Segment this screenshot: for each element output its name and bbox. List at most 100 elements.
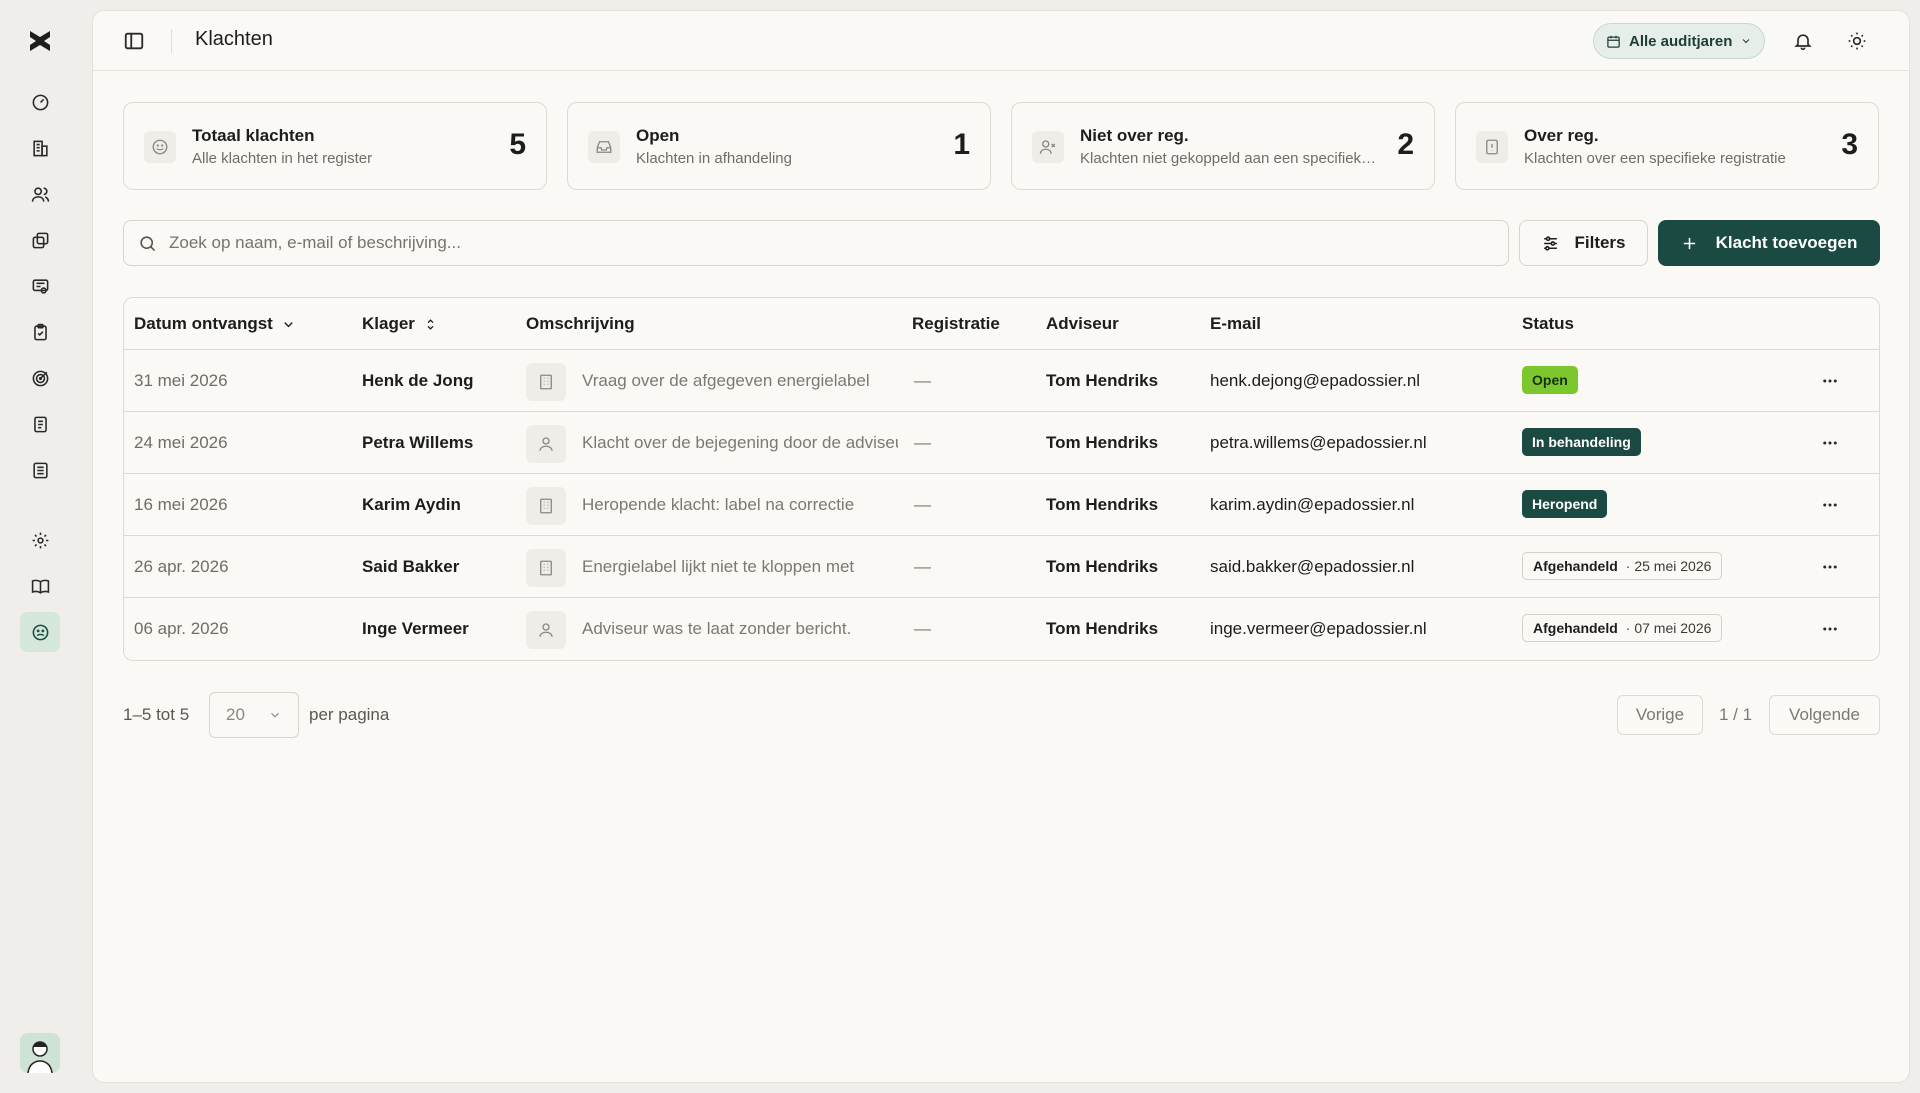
cell-email: petra.willems@epadossier.nl bbox=[1210, 433, 1427, 452]
status-badge: Afgehandeld · 07 mei 2026 bbox=[1522, 614, 1723, 642]
filters-button[interactable]: Filters bbox=[1519, 220, 1648, 266]
user-icon bbox=[526, 611, 566, 649]
row-actions-icon[interactable] bbox=[1818, 618, 1842, 640]
stat-value: 5 bbox=[509, 128, 526, 161]
stat-value: 2 bbox=[1397, 128, 1414, 161]
filters-label: Filters bbox=[1574, 233, 1626, 252]
cell-complainant: Karim Aydin bbox=[362, 495, 461, 514]
add-complaint-button[interactable]: Klacht toevoegen bbox=[1658, 220, 1880, 266]
nav-certificate-icon[interactable] bbox=[20, 266, 60, 306]
page-size-select[interactable]: 20 bbox=[209, 692, 299, 738]
header-complainant-label: Klager bbox=[362, 314, 415, 333]
sidebar-toggle-icon[interactable] bbox=[123, 30, 145, 52]
next-page-button[interactable]: Volgende bbox=[1769, 695, 1880, 735]
stat-subtitle: Klachten in afhandeling bbox=[636, 150, 792, 167]
status-date: · 07 mei 2026 bbox=[1625, 620, 1712, 636]
row-actions-icon[interactable] bbox=[1818, 556, 1842, 578]
topbar-divider bbox=[171, 29, 172, 53]
table-body: 31 mei 2026 Henk de Jong Vraag over de a… bbox=[124, 350, 1879, 660]
stat-title: Open bbox=[636, 126, 680, 145]
user-x-icon bbox=[1032, 131, 1064, 163]
cell-registration: — bbox=[914, 495, 931, 514]
nav-notebook-icon[interactable] bbox=[20, 404, 60, 444]
stat-title: Totaal klachten bbox=[192, 126, 315, 145]
status-label: Afgehandeld bbox=[1533, 558, 1618, 574]
cell-date: 06 apr. 2026 bbox=[134, 619, 229, 638]
table-row[interactable]: 06 apr. 2026 Inge Vermeer Adviseur was t… bbox=[124, 598, 1879, 660]
search-bar bbox=[123, 220, 1509, 266]
table-row[interactable]: 31 mei 2026 Henk de Jong Vraag over de a… bbox=[124, 350, 1879, 412]
cell-advisor: Tom Hendriks bbox=[1046, 619, 1159, 638]
cell-complainant: Said Bakker bbox=[362, 557, 460, 576]
cell-advisor: Tom Hendriks bbox=[1046, 495, 1159, 514]
nav-complaints-icon[interactable] bbox=[20, 612, 60, 652]
cell-description: Adviseur was te laat zonder bericht. bbox=[582, 619, 852, 638]
header-date[interactable]: Datum ontvangst bbox=[134, 314, 296, 334]
header-registration: Registratie bbox=[912, 314, 1000, 333]
nav-invoice-icon[interactable] bbox=[20, 450, 60, 490]
nav-clipboard-icon[interactable] bbox=[20, 312, 60, 352]
nav-documents-icon[interactable] bbox=[20, 220, 60, 260]
user-avatar[interactable] bbox=[20, 1033, 60, 1073]
sliders-icon bbox=[1544, 235, 1558, 251]
bell-icon[interactable] bbox=[1793, 31, 1813, 51]
inbox-icon bbox=[588, 131, 620, 163]
stat-subtitle: Alle klachten in het register bbox=[192, 150, 373, 167]
stat-subtitle: Klachten over een specifieke registratie bbox=[1524, 150, 1786, 167]
theme-toggle-icon[interactable] bbox=[1847, 31, 1867, 51]
cell-registration: — bbox=[914, 371, 931, 390]
calendar-icon bbox=[1607, 35, 1620, 48]
cell-date: 26 apr. 2026 bbox=[134, 557, 229, 576]
stat-card-not-registration: Niet over reg. Klachten niet gekoppeld a… bbox=[1011, 102, 1435, 190]
stat-title: Over reg. bbox=[1524, 126, 1599, 145]
status-label: Afgehandeld bbox=[1533, 620, 1618, 636]
stat-value: 3 bbox=[1841, 128, 1858, 161]
audit-year-select[interactable]: Alle auditjaren bbox=[1593, 23, 1766, 59]
search-icon bbox=[140, 235, 156, 251]
app-logo[interactable] bbox=[27, 28, 53, 54]
per-page-label: per pagina bbox=[309, 705, 390, 724]
row-actions-icon[interactable] bbox=[1818, 432, 1842, 454]
table-row[interactable]: 16 mei 2026 Karim Aydin Heropende klacht… bbox=[124, 474, 1879, 536]
cell-description: Heropende klacht: label na correctie bbox=[582, 495, 855, 514]
building-icon bbox=[526, 487, 566, 525]
cell-date: 31 mei 2026 bbox=[134, 371, 228, 390]
nav-book-icon[interactable] bbox=[20, 566, 60, 606]
nav-target-icon[interactable] bbox=[20, 358, 60, 398]
cell-complainant: Inge Vermeer bbox=[362, 619, 469, 638]
previous-page-button[interactable]: Vorige bbox=[1617, 695, 1703, 735]
stat-card-open: Open Klachten in afhandeling 1 bbox=[567, 102, 991, 190]
cell-complainant: Petra Willems bbox=[362, 433, 474, 452]
status-badge: Afgehandeld · 25 mei 2026 bbox=[1522, 552, 1723, 580]
cell-date: 24 mei 2026 bbox=[134, 433, 228, 452]
cell-email: henk.dejong@epadossier.nl bbox=[1210, 371, 1421, 390]
page-info: 1 / 1 bbox=[1719, 705, 1753, 724]
status-badge: Heropend bbox=[1522, 490, 1608, 518]
building-icon bbox=[526, 363, 566, 401]
plus-icon bbox=[1683, 237, 1695, 249]
row-actions-icon[interactable] bbox=[1818, 370, 1842, 392]
cell-advisor: Tom Hendriks bbox=[1046, 433, 1159, 452]
table-row[interactable]: 24 mei 2026 Petra Willems Klacht over de… bbox=[124, 412, 1879, 474]
row-actions-icon[interactable] bbox=[1818, 494, 1842, 516]
status-badge: In behandeling bbox=[1522, 428, 1641, 456]
nav-settings-icon[interactable] bbox=[20, 520, 60, 560]
nav-dashboard-icon[interactable] bbox=[20, 82, 60, 122]
user-icon bbox=[526, 425, 566, 463]
table-row[interactable]: 26 apr. 2026 Said Bakker Energielabel li… bbox=[124, 536, 1879, 598]
nav-buildings-icon[interactable] bbox=[20, 128, 60, 168]
cell-registration: — bbox=[914, 619, 931, 638]
search-input[interactable] bbox=[169, 233, 1508, 253]
cell-registration: — bbox=[914, 557, 931, 576]
cell-email: inge.vermeer@epadossier.nl bbox=[1210, 619, 1427, 638]
building-icon bbox=[526, 549, 566, 587]
header-complainant[interactable]: Klager bbox=[362, 314, 438, 334]
cell-description: Vraag over de afgegeven energielabel bbox=[582, 371, 870, 390]
cell-advisor: Tom Hendriks bbox=[1046, 371, 1159, 390]
add-complaint-label: Klacht toevoegen bbox=[1715, 233, 1858, 252]
nav-users-icon[interactable] bbox=[20, 174, 60, 214]
complaints-table: Datum ontvangst Klager Omschrijving Regi… bbox=[123, 297, 1880, 661]
cell-description: Energielabel lijkt niet te kloppen met bbox=[582, 557, 855, 576]
page-size-value: 20 bbox=[226, 705, 245, 724]
cell-date: 16 mei 2026 bbox=[134, 495, 228, 514]
